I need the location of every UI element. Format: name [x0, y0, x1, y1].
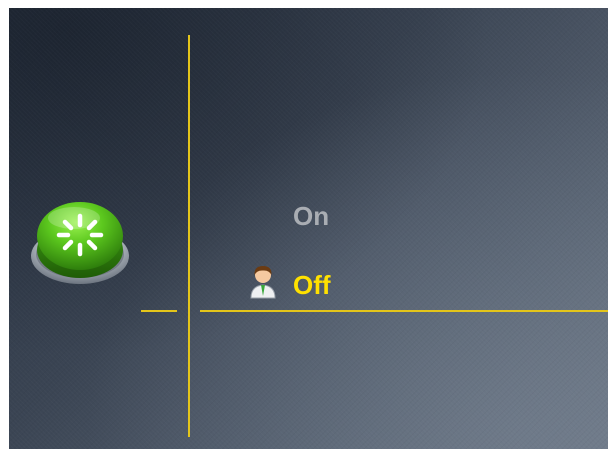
menu-option-off[interactable]: Off: [293, 270, 331, 301]
restart-power-button[interactable]: [29, 194, 131, 290]
selection-marker-left: [141, 310, 177, 312]
selection-underline: [200, 310, 608, 312]
restart-power-icon: [31, 202, 129, 284]
menu-option-on[interactable]: On: [293, 201, 329, 232]
power-menu-screen: On Off: [9, 8, 608, 449]
user-avatar-icon: [248, 263, 278, 299]
vertical-divider: [188, 35, 190, 437]
